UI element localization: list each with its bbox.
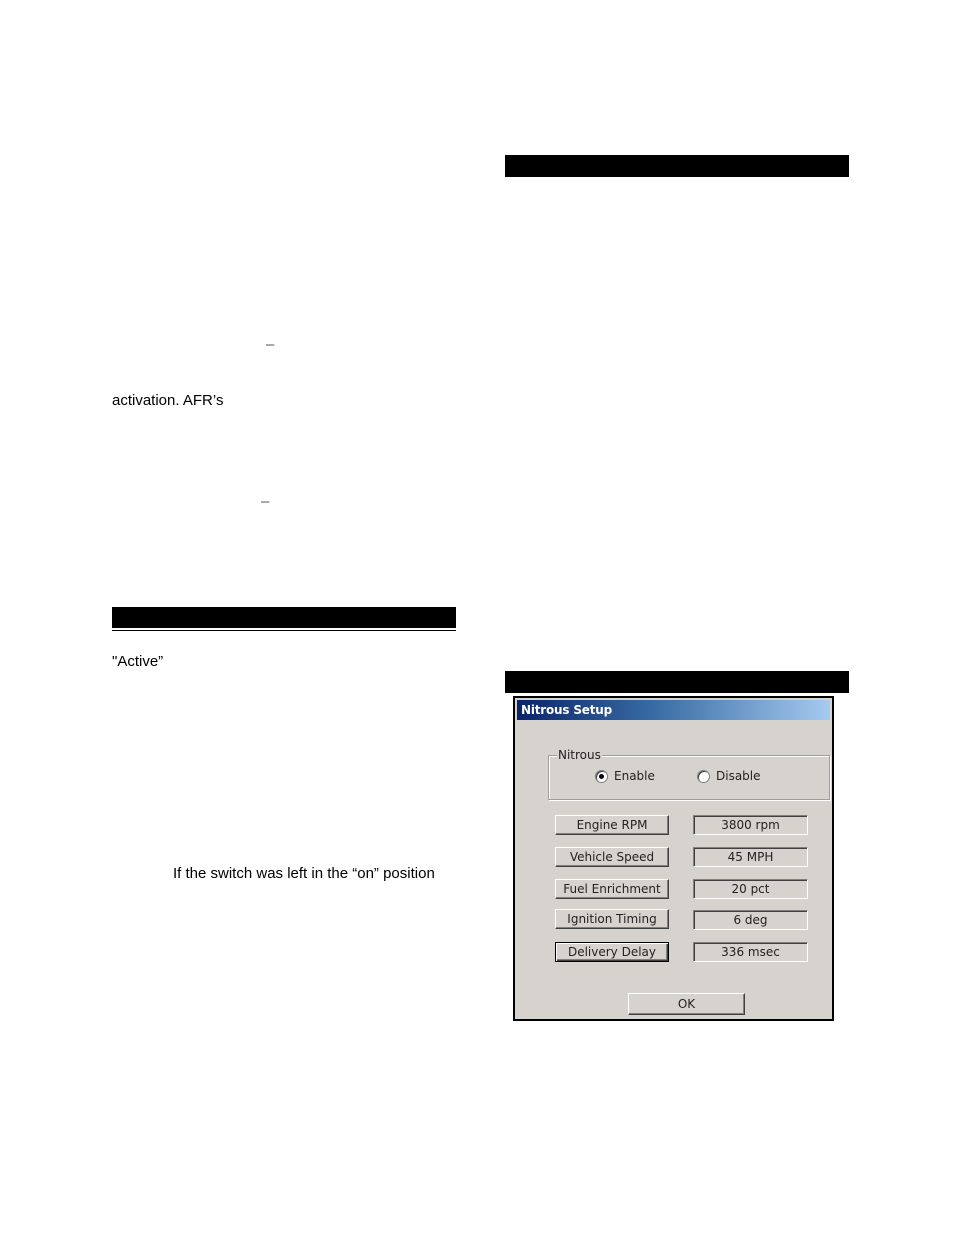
section-header-bar-left [112, 607, 456, 628]
section-header-bar-right-top [505, 155, 849, 177]
dialog-title: Nitrous Setup [521, 703, 612, 717]
ok-button[interactable]: OK [628, 993, 745, 1015]
radio-enable-label: Enable [614, 769, 655, 783]
radio-unchecked-icon [697, 769, 710, 783]
fuel-enrichment-button[interactable]: Fuel Enrichment [555, 879, 669, 899]
delivery-delay-value: 336 msec [693, 942, 808, 962]
engine-rpm-button[interactable]: Engine RPM [555, 815, 669, 835]
nitrous-group-label: Nitrous [557, 748, 602, 762]
radio-disable[interactable]: Disable [697, 769, 761, 783]
nitrous-setup-dialog: Nitrous Setup Nitrous Enable Disable Eng… [513, 696, 834, 1021]
text-active: "Active” [112, 653, 164, 670]
vehicle-speed-value: 45 MPH [693, 847, 808, 867]
vehicle-speed-button[interactable]: Vehicle Speed [555, 847, 669, 867]
dialog-titlebar[interactable]: Nitrous Setup [517, 700, 830, 720]
ignition-timing-value: 6 deg [693, 910, 808, 930]
radio-disable-label: Disable [716, 769, 761, 783]
nitrous-groupbox: Nitrous Enable Disable [548, 748, 830, 800]
dash-2: – [261, 493, 270, 510]
text-afr-activation: activation. AFR’s [112, 392, 224, 409]
section-header-bar-right-bottom [505, 671, 849, 693]
radio-enable[interactable]: Enable [595, 769, 655, 783]
ignition-timing-button[interactable]: Ignition Timing [555, 909, 669, 929]
dash-1: – [266, 336, 275, 353]
fuel-enrichment-value: 20 pct [693, 879, 808, 899]
radio-checked-icon [595, 769, 608, 783]
delivery-delay-button[interactable]: Delivery Delay [555, 942, 669, 962]
engine-rpm-value: 3800 rpm [693, 815, 808, 835]
text-switch-position: If the switch was left in the “on” posit… [173, 865, 435, 882]
